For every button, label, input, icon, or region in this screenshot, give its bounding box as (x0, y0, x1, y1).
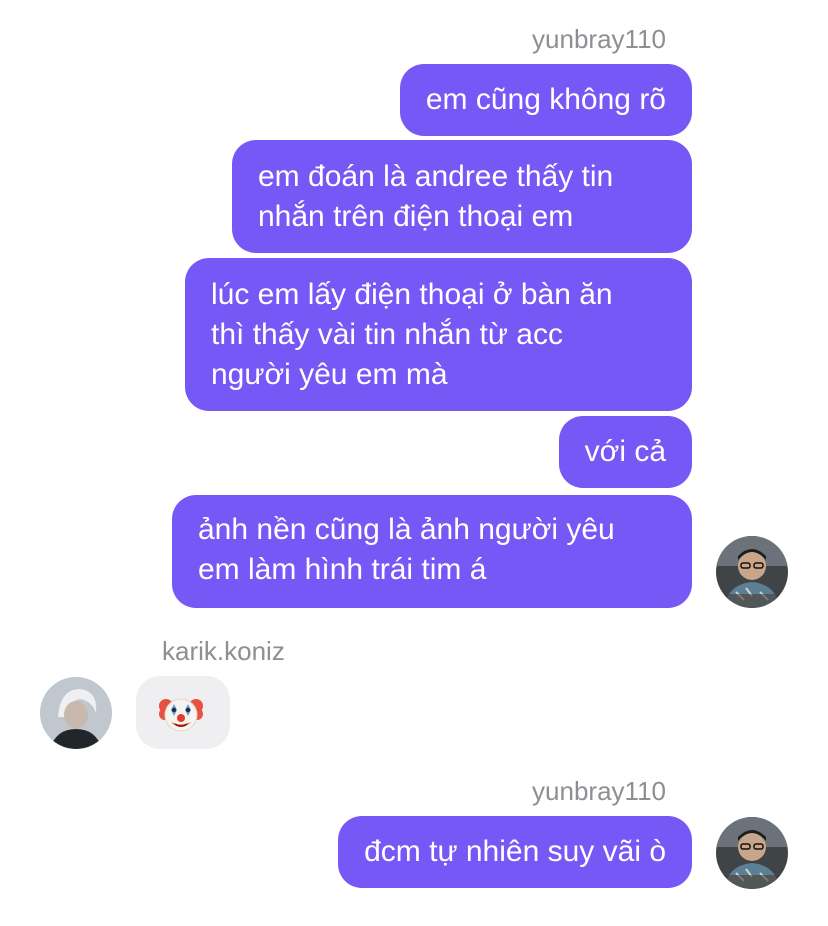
clown-face-emoji-icon (159, 698, 203, 732)
sender-name-karik: karik.koniz (162, 636, 285, 666)
avatar-photo-icon (716, 817, 788, 889)
message-text-line: ảnh nền cũng là ảnh người yêu (198, 513, 615, 546)
message-text-line: nhắn trên điện thoại em (258, 200, 574, 233)
message-text: đcm tự nhiên suy vãi ò (364, 835, 666, 868)
message-text: với cả (584, 435, 666, 468)
sent-message-bubble[interactable]: lúc em lấy điện thoại ở bàn ăn thì thấy … (185, 258, 692, 411)
message-text-line: thì thấy vài tin nhắn từ acc (211, 318, 563, 351)
avatar[interactable] (716, 536, 788, 608)
sent-message-bubble[interactable]: ảnh nền cũng là ảnh người yêu em làm hìn… (172, 495, 692, 608)
received-message-bubble[interactable] (136, 676, 230, 749)
message-text-line: người yêu em mà (211, 358, 448, 391)
message-text-line: lúc em lấy điện thoại ở bàn ăn (211, 278, 613, 311)
message-text-line: em làm hình trái tim á (198, 553, 487, 586)
avatar-photo-icon (40, 677, 112, 749)
sent-message-bubble[interactable]: đcm tự nhiên suy vãi ò (338, 816, 692, 888)
sent-message-bubble[interactable]: với cả (558, 416, 692, 488)
sender-name-yunbray110: yunbray110 (532, 776, 666, 806)
avatar[interactable] (40, 677, 112, 749)
message-text: em cũng không rõ (425, 83, 666, 116)
message-text-line: em đoán là andree thấy tin (258, 160, 614, 193)
avatar-photo-icon (716, 536, 788, 608)
avatar[interactable] (716, 817, 788, 889)
sent-message-bubble[interactable]: em cũng không rõ (399, 64, 692, 136)
sender-name-yunbray110: yunbray110 (532, 24, 666, 54)
sent-message-bubble[interactable]: em đoán là andree thấy tin nhắn trên điệ… (232, 140, 692, 253)
